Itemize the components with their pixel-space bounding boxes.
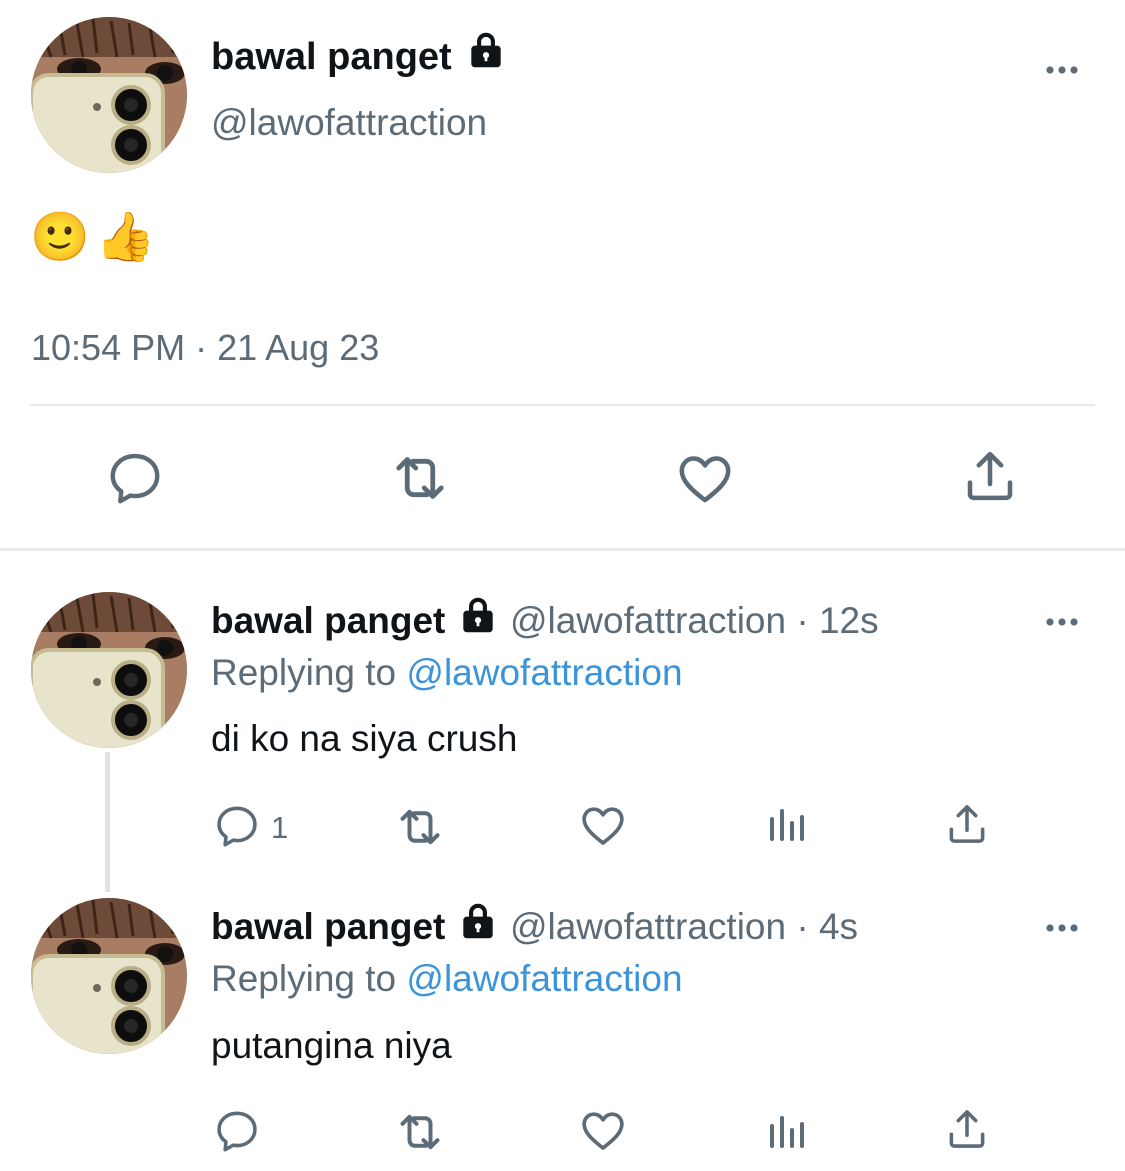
display-name[interactable]: bawal panget [211, 600, 445, 641]
reply-count: 1 [271, 810, 289, 845]
separator: · [796, 906, 809, 947]
avatar[interactable] [31, 898, 187, 1054]
replying-to-line: Replying to @lawofattraction [211, 958, 683, 1000]
reply-icon[interactable] [212, 1106, 262, 1156]
handle[interactable]: @lawofattraction [510, 906, 786, 947]
separator: · [796, 600, 809, 641]
retweet-icon[interactable] [386, 444, 454, 512]
time-ago[interactable]: 12s [819, 600, 879, 641]
share-icon[interactable] [958, 444, 1022, 508]
more-options-icon[interactable] [1042, 921, 1082, 939]
retweet-icon[interactable] [392, 1104, 448, 1160]
views-icon[interactable] [762, 1108, 810, 1156]
section-divider [0, 548, 1125, 551]
handle[interactable]: @lawofattraction [211, 102, 487, 144]
avatar[interactable] [31, 17, 187, 173]
replying-label: Replying to [211, 652, 397, 693]
author-name-row[interactable]: bawal panget [211, 36, 504, 79]
reply-icon[interactable] [104, 447, 166, 509]
replying-to-link[interactable]: @lawofattraction [406, 652, 682, 693]
handle[interactable]: @lawofattraction [510, 600, 786, 641]
divider [30, 404, 1095, 406]
like-icon[interactable] [577, 1104, 629, 1156]
reply-header: bawal panget @lawofattraction · 12s [211, 600, 879, 643]
lock-icon [468, 31, 504, 79]
avatar[interactable] [31, 592, 187, 748]
thread-line [105, 752, 110, 892]
lock-icon [460, 596, 496, 643]
like-icon[interactable] [577, 799, 629, 851]
display-name[interactable]: bawal panget [211, 36, 452, 78]
time-ago[interactable]: 4s [819, 906, 858, 947]
reply-text: putangina niya [211, 1025, 452, 1066]
like-icon[interactable] [673, 446, 737, 510]
views-icon[interactable] [762, 801, 810, 849]
timestamp[interactable]: 10:54 PM · 21 Aug 23 [31, 327, 379, 369]
replying-label: Replying to [211, 958, 397, 999]
retweet-icon[interactable] [392, 799, 448, 855]
tweet-text: 🙂👍 [30, 211, 162, 264]
share-icon[interactable] [942, 1104, 992, 1154]
replying-to-link[interactable]: @lawofattraction [406, 958, 682, 999]
lock-icon [460, 902, 496, 949]
reply-icon[interactable] [212, 801, 262, 851]
replying-to-line: Replying to @lawofattraction [211, 652, 683, 694]
reply-header: bawal panget @lawofattraction · 4s [211, 906, 858, 949]
share-icon[interactable] [942, 799, 992, 849]
more-options-icon[interactable] [1042, 63, 1082, 81]
more-options-icon[interactable] [1042, 615, 1082, 633]
reply-text: di ko na siya crush [211, 718, 518, 759]
display-name[interactable]: bawal panget [211, 906, 445, 947]
